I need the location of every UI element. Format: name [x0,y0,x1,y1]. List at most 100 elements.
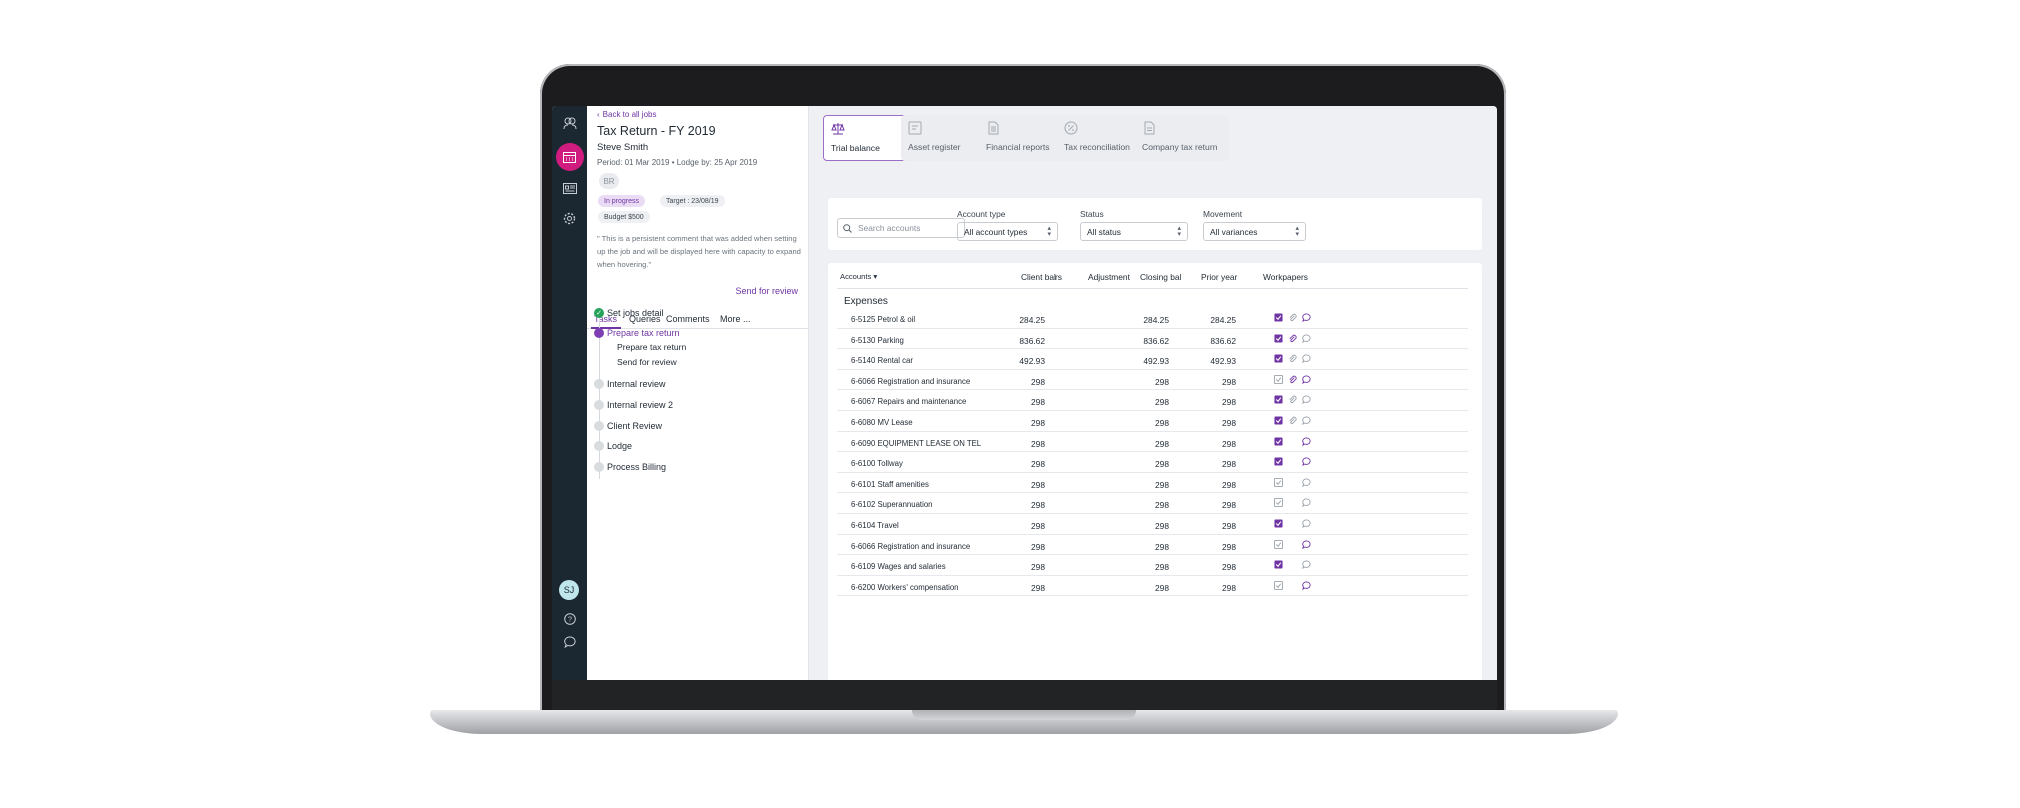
movement-select[interactable]: All variances ▴ ▾ [1203,222,1306,241]
table-row[interactable]: 6-5125 Petrol & oil 284.25 284.25 284.25 [837,308,1468,329]
workpaper-check-icon[interactable] [1274,519,1283,528]
report-tab-company-tax-return[interactable]: Company tax return [1135,115,1229,161]
search-input[interactable]: Search accounts [837,218,965,238]
comment-icon[interactable] [1302,457,1311,467]
avatar[interactable]: SJ [559,580,579,600]
client-bal-cell: 298 [1031,418,1045,428]
table-row[interactable]: 6-6080 MV Lease 298 298 298 [837,411,1468,432]
send-for-review-link[interactable]: Send for review [735,286,798,296]
assignee-avatar[interactable]: BR [599,173,619,189]
task-item[interactable]: Lodge [607,441,632,451]
comment-icon[interactable] [1302,519,1311,528]
task-item[interactable]: Client Review [607,421,662,431]
column-header-accounts[interactable]: Accounts ▾ [840,272,877,281]
comment-icon[interactable] [1302,313,1311,322]
card-icon[interactable] [552,173,587,203]
workpaper-check-icon[interactable] [1274,354,1283,363]
status-select[interactable]: All status ▴ ▾ [1080,222,1188,241]
gear-icon[interactable] [552,203,587,233]
workpaper-check-icon[interactable] [1274,539,1283,549]
workpaper-check-icon[interactable] [1274,395,1283,404]
table-row[interactable]: 6-6090 EQUIPMENT LEASE ON TEL 298 298 298 [837,432,1468,453]
table-row[interactable]: 6-6109 Wages and salaries 298 298 298 [837,555,1468,576]
workpaper-check-icon[interactable] [1274,437,1283,446]
comment-icon[interactable] [1302,540,1311,549]
task-item-current[interactable]: Prepare tax return [607,328,680,338]
paperclip-icon[interactable] [1288,334,1297,343]
workpaper-check-icon[interactable] [1274,334,1283,343]
paperclip-icon[interactable] [1288,313,1297,322]
pending-task-dot [594,421,604,431]
return-document-icon [1144,121,1155,135]
comment-icon[interactable] [1302,437,1311,446]
comment-icon[interactable] [1302,560,1311,570]
workpaper-check-icon[interactable] [1274,416,1283,425]
client-bal-cell: 298 [1031,459,1045,470]
table-row[interactable]: 6-6066 Registration and insurance 298 298 2… [837,370,1468,391]
client-name: Steve Smith [597,142,649,153]
status-badge[interactable]: In progress [598,195,646,207]
comment-icon[interactable] [1302,375,1311,384]
account-name-cell: 6-5140 Rental car [851,356,913,366]
comment-icon[interactable] [1302,498,1311,508]
people-icon[interactable] [552,108,587,138]
workpaper-check-icon[interactable] [1274,477,1283,487]
workpaper-check-icon[interactable] [1274,498,1283,508]
column-header-workpapers[interactable]: Workpapers [1263,272,1308,282]
paperclip-icon[interactable] [1288,395,1297,404]
workpaper-check-icon[interactable] [1274,560,1283,569]
table-row[interactable]: 6-6104 Travel 298 298 298 [837,514,1468,535]
comment-icon[interactable] [1302,478,1311,487]
task-item[interactable]: Internal review [607,379,666,389]
chevron-updown-icon: ▴ ▾ [1295,225,1299,238]
table-row[interactable]: 6-6102 Superannuation 298 298 298 [837,493,1468,514]
asset-icon [908,121,922,135]
subtask-item[interactable]: Send for review [617,357,677,367]
comment-icon[interactable] [1302,395,1311,405]
task-item[interactable]: Process Billing [607,462,666,472]
paperclip-icon[interactable] [1288,416,1297,425]
subtask-item[interactable]: Prepare tax return [617,342,686,352]
comment-icon[interactable] [1302,416,1311,425]
calendar-icon[interactable] [552,142,587,172]
comment-icon[interactable] [1302,581,1311,590]
client-bal-cell: 298 [1031,562,1045,573]
column-header-prior-year[interactable]: Prior year [1201,272,1237,282]
header-divider [837,288,1468,289]
table-row[interactable]: 6-6101 Staff amenities 298 298 298 [837,473,1468,494]
table-row[interactable]: 6-6067 Repairs and maintenance 298 298 298 [837,390,1468,411]
table-row[interactable]: 6-6100 Tollway 298 298 298 [837,452,1468,473]
workpaper-check-icon[interactable] [1274,457,1283,466]
task-item[interactable]: Internal review 2 [607,400,673,410]
account-type-select[interactable]: All account types ▴ ▾ [957,222,1058,241]
closing-bal-cell: 298 [1155,397,1169,408]
paperclip-icon[interactable] [1288,354,1297,363]
column-header-adjustment[interactable]: Adjustment [1088,272,1130,282]
paperclip-icon[interactable] [1288,375,1297,384]
comment-icon[interactable] [1302,334,1311,343]
task-item[interactable]: Set jobs detail [607,308,664,318]
column-header-client-bal[interactable]: Client bal [1021,272,1056,282]
table-row[interactable]: 6-5140 Rental car 492.93 492.93 492.93 [837,349,1468,370]
table-row[interactable]: 6-6200 Workers' compensation 298 298 298 [837,576,1468,597]
comment-icon[interactable] [1302,354,1311,364]
pending-task-dot [594,441,604,451]
table-row[interactable]: 6-6066 Registration and insurance 298 298 2… [837,535,1468,556]
workpaper-check-icon[interactable] [1274,374,1283,384]
job-panel: ‹ Back to all jobs Tax Return - FY 2019 … [587,106,809,680]
table-row[interactable]: 6-5130 Parking 836.62 836.62 836.62 [837,329,1468,350]
column-header-truncated[interactable]: rs [1055,272,1062,282]
tab-comments[interactable]: Comments [666,314,710,324]
workpaper-check-icon[interactable] [1274,313,1283,322]
back-link[interactable]: ‹ Back to all jobs [597,110,656,119]
column-header-closing-bal[interactable]: Closing bal [1140,272,1181,282]
account-name-cell: 6-6100 Tollway [851,459,903,469]
client-bal-cell: 298 [1031,397,1045,408]
workpaper-check-icon[interactable] [1274,580,1283,590]
client-bal-cell: 298 [1031,521,1045,531]
account-name-cell: 6-6101 Staff amenities [851,479,929,489]
chat-icon[interactable] [552,627,587,657]
client-bal-cell: 298 [1031,500,1045,511]
tab-more[interactable]: More ... [720,314,751,324]
closing-bal-cell: 298 [1155,541,1169,552]
